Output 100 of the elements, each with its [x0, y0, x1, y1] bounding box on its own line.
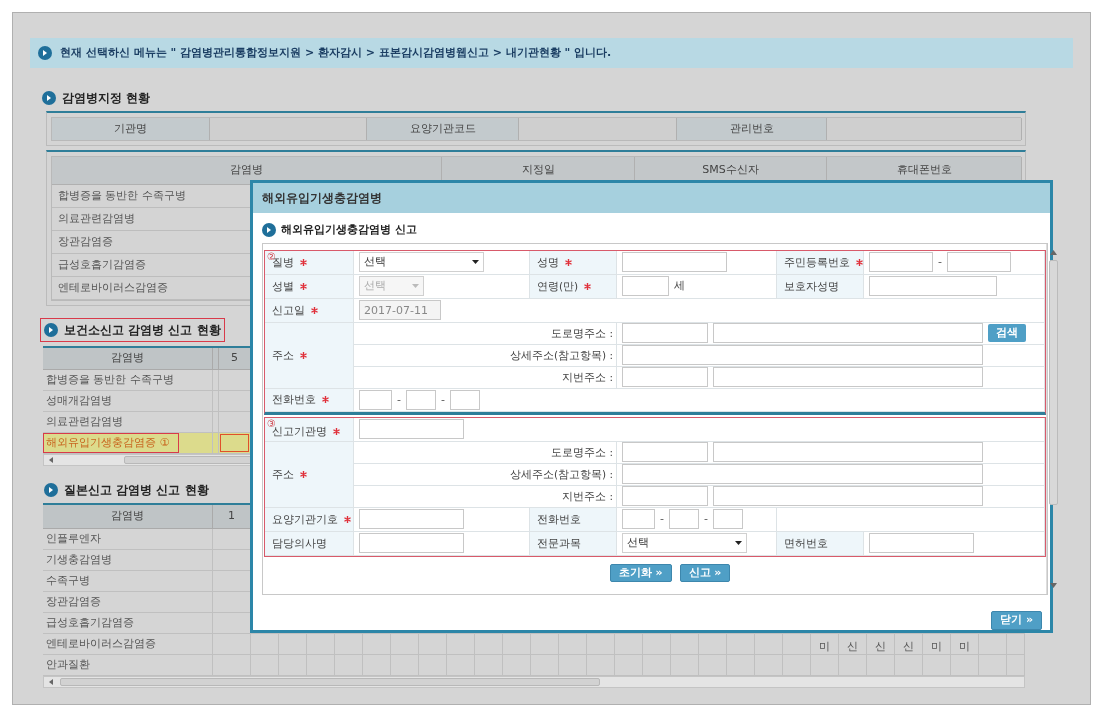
field-label: 전화번호	[537, 511, 581, 527]
bullet-icon	[262, 222, 276, 237]
left-arrow-icon[interactable]	[47, 456, 55, 464]
input-field[interactable]	[622, 367, 708, 388]
field-label: 신고일	[272, 302, 305, 318]
table-cell: 인플루엔자	[43, 529, 213, 550]
field-label: 연령(만)	[537, 278, 579, 294]
table-cell	[251, 634, 279, 655]
table-cell	[391, 634, 419, 655]
input-field[interactable]	[713, 486, 983, 507]
down-arrow-icon[interactable]	[1050, 583, 1057, 588]
field-label: 담당의사명	[272, 535, 327, 551]
up-arrow-icon[interactable]	[1050, 249, 1057, 255]
table-cell: 신	[867, 634, 895, 655]
scrollbar-thumb[interactable]	[60, 678, 600, 686]
table-cell	[363, 634, 391, 655]
table-cell	[307, 634, 335, 655]
table-cell: 급성호흡기감염증	[43, 613, 213, 634]
section-title-text: 감염병지정 현황	[62, 90, 151, 107]
column-header: 1	[213, 505, 251, 529]
table-cell: 수족구병	[43, 571, 213, 592]
table-cell	[755, 634, 783, 655]
table-cell	[979, 634, 1007, 655]
field-label: 주소	[272, 466, 294, 482]
input-field[interactable]	[869, 533, 974, 554]
input-field[interactable]	[869, 276, 997, 297]
input-field[interactable]	[622, 345, 983, 366]
bullet-icon	[44, 483, 58, 497]
dialog-title: 해외유입기생충감염병	[262, 190, 382, 207]
table-cell	[1007, 634, 1025, 655]
input-field[interactable]	[622, 509, 655, 530]
horizontal-scrollbar[interactable]	[43, 676, 1025, 688]
table-cell	[587, 634, 615, 655]
action-button[interactable]: 신고 »	[679, 563, 731, 582]
table-cell	[643, 634, 671, 655]
input-field[interactable]	[622, 464, 983, 485]
table-cell	[559, 634, 587, 655]
input-field[interactable]	[359, 419, 464, 440]
column-header: 5	[219, 348, 251, 370]
input-field[interactable]	[622, 252, 727, 273]
header-cell: 관리번호	[677, 118, 827, 140]
caret-icon	[412, 284, 419, 289]
input-field[interactable]	[359, 533, 464, 554]
header-cell: 기관명	[52, 118, 210, 140]
header-cell	[213, 348, 219, 370]
caret-icon	[735, 541, 742, 546]
input-field[interactable]	[622, 276, 669, 297]
table-cell	[279, 634, 307, 655]
header-cell: 요양기관코드	[367, 118, 519, 140]
column-header: 감염병	[52, 157, 442, 185]
input-field[interactable]	[669, 509, 699, 530]
input-field[interactable]	[622, 323, 708, 344]
input-field[interactable]	[406, 389, 436, 410]
input-field[interactable]	[713, 323, 983, 344]
close-button[interactable]: 닫기 »	[991, 611, 1042, 630]
table-cell: 신	[895, 634, 923, 655]
column-header: 감염병	[43, 505, 213, 529]
caret-icon	[472, 260, 479, 265]
field-label: 요양기관기호	[272, 511, 338, 527]
separator-text: -	[938, 254, 942, 271]
bullet-icon	[42, 91, 56, 105]
dropdown[interactable]: 선택	[359, 252, 484, 273]
table-cell: 미	[811, 634, 839, 655]
address-label: 지번주소 :	[562, 369, 613, 385]
scrollbar-thumb[interactable]	[1049, 259, 1058, 505]
separator-text: -	[704, 511, 708, 528]
search-button[interactable]: 검색	[988, 324, 1026, 343]
input-field[interactable]	[869, 252, 933, 273]
field-label: 주민등록번호	[784, 254, 850, 270]
dropdown[interactable]: 선택	[622, 533, 747, 554]
action-button[interactable]: 초기화 »	[609, 563, 672, 582]
input-field[interactable]	[713, 442, 983, 463]
address-label: 도로명주소 :	[551, 325, 613, 341]
table-cell: 장관감염증	[43, 592, 213, 613]
input-field[interactable]	[359, 509, 464, 530]
input-field[interactable]	[622, 442, 708, 463]
left-arrow-icon[interactable]	[47, 678, 55, 686]
separator-text: -	[441, 391, 445, 408]
input-field[interactable]	[359, 389, 392, 410]
table-cell	[475, 634, 503, 655]
table-cell	[783, 634, 811, 655]
field-label: 성명	[537, 254, 559, 270]
field-label: 성별	[272, 278, 294, 294]
address-label: 상세주소(참고항목) :	[509, 466, 613, 482]
table-cell	[727, 634, 755, 655]
input-field[interactable]	[947, 252, 1011, 273]
table-cell: 미	[951, 634, 979, 655]
input-field[interactable]	[712, 509, 743, 530]
input-field[interactable]	[622, 486, 708, 507]
section-title-text: 질본신고 감염병 신고 현황	[64, 482, 209, 499]
field-label: 주소	[272, 347, 294, 363]
unit-text: 세	[674, 278, 685, 295]
table-cell: 기생충감염병	[43, 550, 213, 571]
input-field[interactable]	[449, 389, 480, 410]
bullet-icon	[38, 46, 52, 60]
column-header: 감염병	[43, 348, 213, 370]
input-field[interactable]	[713, 367, 983, 388]
field-label: 보호자성명	[784, 278, 839, 294]
table-cell	[447, 634, 475, 655]
table-cell: 신	[839, 634, 867, 655]
